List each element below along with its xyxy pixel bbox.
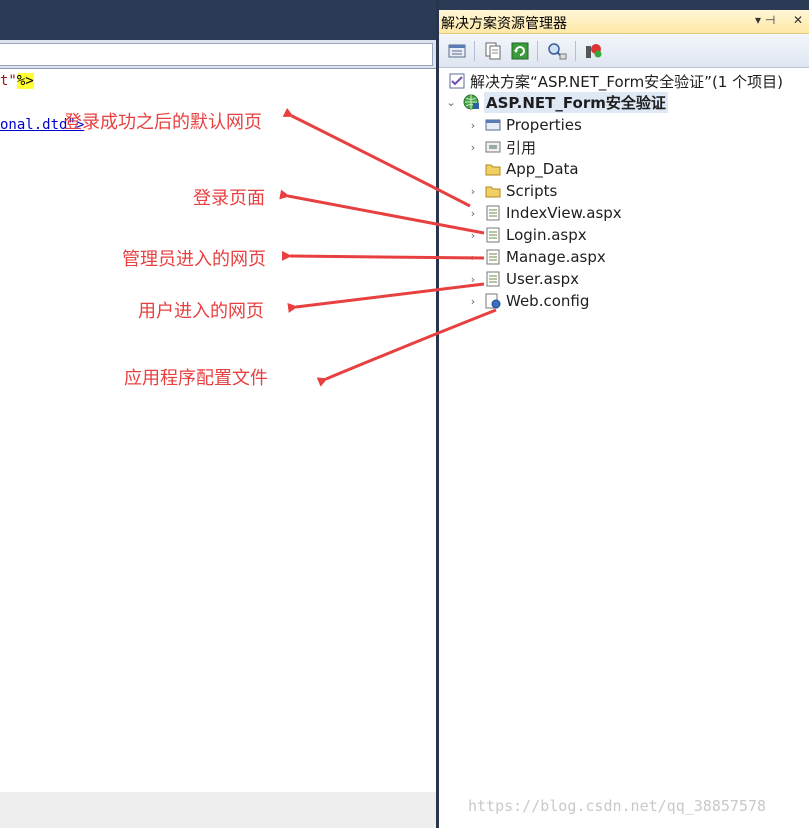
- tree-item[interactable]: › Properties: [466, 114, 582, 136]
- solution-explorer-panel: 解决方案资源管理器 ▾ ⊣ ✕ 解决方案“ASP.NET_Form安全验证”(1…: [439, 10, 809, 828]
- tree-label: Web.config: [506, 292, 590, 310]
- toolbar-separator: [537, 41, 538, 61]
- tree-item[interactable]: › 引用: [466, 136, 536, 158]
- code-line: t"%>: [0, 73, 34, 89]
- tree-label: User.aspx: [506, 270, 579, 288]
- aspx-file-icon: [484, 271, 502, 287]
- watermark: https://blog.csdn.net/qq_38857578: [468, 797, 767, 815]
- annotation-config-file: 应用程序配置文件: [124, 368, 268, 389]
- tree-label: App_Data: [506, 160, 579, 178]
- editor-horizontal-scrollbar[interactable]: [0, 792, 436, 828]
- editor-member-dropdown[interactable]: [0, 43, 433, 66]
- tree-item[interactable]: App_Data: [466, 158, 579, 180]
- close-icon[interactable]: ✕: [793, 13, 803, 27]
- tree-item[interactable]: › Login.aspx: [466, 224, 587, 246]
- tree-label: 解决方案“ASP.NET_Form安全验证”(1 个项目): [470, 72, 783, 91]
- tree-label: Scripts: [506, 182, 558, 200]
- tree-label: Properties: [506, 116, 582, 134]
- properties-icon[interactable]: [447, 41, 467, 61]
- panel-title: 解决方案资源管理器: [441, 16, 567, 32]
- config-file-icon: [484, 293, 502, 309]
- tree-item[interactable]: › Scripts: [466, 180, 558, 202]
- properties-icon: [484, 117, 502, 133]
- annotation-default-page: 登录成功之后的默认网页: [64, 112, 262, 133]
- chevron-right-icon[interactable]: ›: [466, 229, 480, 242]
- aspx-file-icon: [484, 249, 502, 265]
- toolbar-separator: [474, 41, 475, 61]
- chevron-right-icon[interactable]: ›: [466, 251, 480, 264]
- aspx-file-icon: [484, 205, 502, 221]
- annotation-login-page: 登录页面: [193, 188, 265, 209]
- solution-explorer-title-bar: 解决方案资源管理器 ▾ ⊣ ✕: [439, 10, 809, 34]
- chevron-right-icon[interactable]: ›: [466, 185, 480, 198]
- folder-icon: [484, 161, 502, 177]
- chevron-right-icon[interactable]: ›: [466, 119, 480, 132]
- web-project-icon: [462, 94, 480, 110]
- tree-item[interactable]: › Manage.aspx: [466, 246, 606, 268]
- chevron-down-icon[interactable]: ⌄: [444, 96, 458, 109]
- tree-item[interactable]: › User.aspx: [466, 268, 579, 290]
- editor-navigation-bar: [0, 40, 436, 69]
- show-all-files-icon[interactable]: [483, 41, 503, 61]
- view-code-icon[interactable]: [547, 41, 567, 61]
- annotation-user-page: 用户进入的网页: [138, 301, 264, 322]
- tree-item[interactable]: › IndexView.aspx: [466, 202, 622, 224]
- references-icon: [484, 139, 502, 155]
- aspx-file-icon: [484, 227, 502, 243]
- chevron-right-icon[interactable]: ›: [466, 141, 480, 154]
- tree-project-node[interactable]: ⌄ ASP.NET_Form安全验证: [444, 91, 668, 113]
- tree-label: Manage.aspx: [506, 248, 606, 266]
- chevron-right-icon[interactable]: ›: [466, 295, 480, 308]
- annotation-admin-page: 管理员进入的网页: [122, 249, 266, 270]
- toolbar-separator: [575, 41, 576, 61]
- code-highlight: %>: [16, 73, 34, 89]
- chevron-right-icon[interactable]: ›: [466, 273, 480, 286]
- pin-icon[interactable]: ▾ ⊣: [755, 13, 775, 27]
- tree-label: ASP.NET_Form安全验证: [484, 91, 668, 113]
- view-designer-icon[interactable]: [584, 41, 604, 61]
- chevron-right-icon[interactable]: ›: [466, 207, 480, 220]
- ide-frame: [439, 0, 809, 10]
- solution-explorer-toolbar: [439, 34, 809, 68]
- tree-label: Login.aspx: [506, 226, 587, 244]
- tree-solution-node[interactable]: 解决方案“ASP.NET_Form安全验证”(1 个项目): [448, 70, 783, 92]
- tree-label: 引用: [506, 138, 537, 157]
- tree-item[interactable]: › Web.config: [466, 290, 590, 312]
- folder-icon: [484, 183, 502, 199]
- tree-label: IndexView.aspx: [506, 204, 622, 222]
- solution-icon: [448, 73, 466, 89]
- code-editor[interactable]: t"%> onal.dtd">: [0, 70, 436, 792]
- editor-title-area: [0, 0, 436, 40]
- refresh-icon[interactable]: [510, 41, 530, 61]
